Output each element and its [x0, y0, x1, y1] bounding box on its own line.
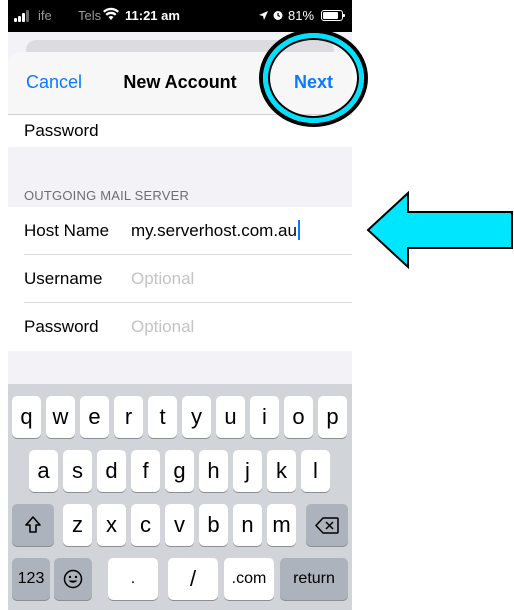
emoji-key[interactable]: [54, 558, 92, 600]
text-caret: [297, 220, 300, 240]
username-field[interactable]: Optional: [131, 255, 194, 303]
key-q[interactable]: q: [12, 396, 41, 438]
alarm-icon: [273, 11, 283, 20]
key-v[interactable]: v: [165, 504, 194, 546]
shift-key[interactable]: [12, 504, 54, 546]
shift-icon: [25, 516, 41, 533]
key-s[interactable]: s: [63, 450, 92, 492]
next-highlight-outline: [268, 38, 359, 118]
incoming-password-label: Password: [24, 121, 99, 140]
host-name-field[interactable]: my.serverhost.com.au: [131, 207, 300, 255]
period-key[interactable]: .: [108, 558, 158, 600]
key-m[interactable]: m: [267, 504, 296, 546]
username-label: Username: [24, 269, 103, 288]
key-l[interactable]: l: [301, 450, 330, 492]
dotcom-key[interactable]: .com: [224, 558, 274, 600]
key-d[interactable]: d: [97, 450, 126, 492]
key-r[interactable]: r: [114, 396, 143, 438]
signal-icon: [14, 10, 34, 22]
key-i[interactable]: i: [250, 396, 279, 438]
key-h[interactable]: h: [199, 450, 228, 492]
key-e[interactable]: e: [80, 396, 109, 438]
key-z[interactable]: z: [63, 504, 92, 546]
carrier-left-text: ife: [38, 8, 52, 23]
key-u[interactable]: u: [216, 396, 245, 438]
key-j[interactable]: j: [233, 450, 262, 492]
numbers-key[interactable]: 123: [12, 558, 50, 600]
outgoing-header-text: OUTGOING MAIL SERVER: [24, 188, 190, 203]
delete-key[interactable]: [306, 504, 348, 546]
key-t[interactable]: t: [148, 396, 177, 438]
key-f[interactable]: f: [131, 450, 160, 492]
key-b[interactable]: b: [199, 504, 228, 546]
host-name-row[interactable]: Host Name my.serverhost.com.au: [8, 207, 352, 255]
key-w[interactable]: w: [46, 396, 75, 438]
username-row[interactable]: Username Optional: [8, 255, 352, 303]
key-g[interactable]: g: [165, 450, 194, 492]
battery-percent: 81%: [288, 8, 315, 23]
return-key[interactable]: return: [280, 558, 348, 600]
key-c[interactable]: c: [131, 504, 160, 546]
key-x[interactable]: x: [97, 504, 126, 546]
wifi-icon: [103, 7, 119, 20]
key-a[interactable]: a: [29, 450, 58, 492]
key-n[interactable]: n: [233, 504, 262, 546]
key-y[interactable]: y: [182, 396, 211, 438]
host-name-label: Host Name: [24, 221, 110, 240]
keyboard: q w e r t y u i o p a s d f g h j k l z …: [8, 384, 352, 610]
key-p[interactable]: p: [318, 396, 347, 438]
password-row[interactable]: Password Optional: [8, 303, 352, 351]
host-name-value: my.serverhost.com.au: [131, 221, 297, 240]
emoji-icon: [63, 569, 83, 589]
delete-icon: [315, 517, 339, 534]
password-label: Password: [24, 317, 99, 336]
slash-key[interactable]: /: [168, 558, 218, 600]
key-k[interactable]: k: [267, 450, 296, 492]
location-icon: [259, 11, 268, 20]
battery-icon: [321, 10, 345, 21]
password-field[interactable]: Optional: [131, 303, 194, 351]
section-gap: [8, 147, 352, 177]
time-text: 11:21 am: [125, 8, 180, 23]
carrier-text: Tels: [78, 8, 102, 23]
outgoing-section-header: OUTGOING MAIL SERVER: [8, 177, 352, 207]
account-form: Password OUTGOING MAIL SERVER Host Name …: [8, 115, 352, 351]
key-o[interactable]: o: [284, 396, 313, 438]
status-bar: ife Tels 11:21 am 81%: [8, 0, 352, 32]
left-arrow-icon: [366, 190, 513, 270]
